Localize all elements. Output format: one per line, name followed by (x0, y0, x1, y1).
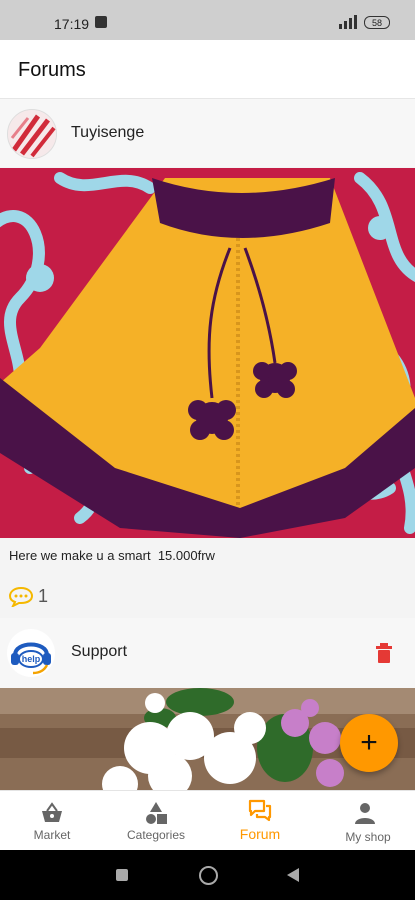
bottom-navigation: Market Categories Forum My shop (0, 790, 415, 851)
post-image[interactable] (0, 168, 415, 538)
forum-icon (248, 799, 272, 822)
nav-label: Forum (239, 826, 281, 842)
post-caption: Here we make u a smart 15.000frw (9, 548, 215, 563)
post-header[interactable]: Tuyisenge (0, 99, 415, 167)
plus-icon: + (360, 726, 378, 759)
nav-item-my-shop[interactable]: My shop (311, 791, 415, 851)
status-bar: 17:19 58 (0, 0, 415, 40)
status-time: 17:19 (54, 16, 90, 32)
shapes-icon (146, 802, 167, 824)
nav-item-forum[interactable]: Forum (208, 791, 312, 851)
signal-icon (339, 15, 357, 29)
back-icon[interactable] (287, 868, 299, 882)
svg-text:help: help (22, 654, 41, 664)
nav-item-market[interactable]: Market (0, 791, 104, 851)
app-bar: Forums (0, 40, 415, 99)
recents-icon[interactable] (116, 869, 128, 881)
battery-icon: 58 (364, 16, 390, 29)
author-name[interactable]: Support (71, 643, 127, 661)
avatar[interactable] (7, 109, 57, 159)
nav-item-categories[interactable]: Categories (104, 791, 208, 851)
comment-count: 1 (38, 586, 49, 606)
author-name[interactable]: Tuyisenge (71, 124, 144, 142)
trash-icon[interactable] (375, 643, 393, 663)
post-header[interactable]: help Support (0, 618, 415, 688)
nav-label: Categories (126, 828, 186, 842)
nav-label: Market (33, 828, 71, 842)
add-post-button[interactable]: + (340, 714, 398, 772)
page-title: Forums (18, 59, 86, 81)
system-navigation-bar (0, 850, 415, 900)
avatar[interactable]: help (7, 629, 55, 677)
person-icon (355, 803, 375, 824)
comment-icon (9, 587, 33, 607)
basket-icon (42, 802, 62, 822)
home-icon[interactable] (199, 866, 218, 885)
notification-icon (95, 16, 107, 28)
nav-label: My shop (345, 830, 391, 844)
